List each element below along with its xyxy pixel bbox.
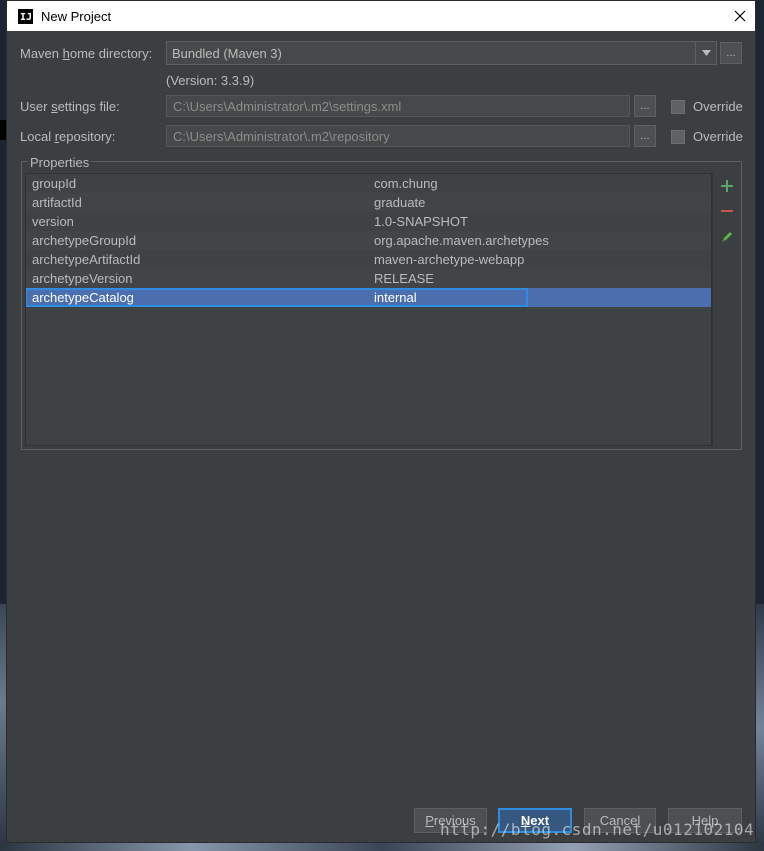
- local-repository-label-pre: Local: [20, 129, 55, 144]
- property-key: version: [32, 214, 74, 229]
- properties-table[interactable]: groupId com.chung artifactId graduate ve…: [25, 173, 712, 446]
- table-row[interactable]: version 1.0-SNAPSHOT: [26, 212, 711, 231]
- edit-property-button[interactable]: [719, 228, 735, 244]
- maven-home-label-post: ome directory:: [69, 46, 153, 61]
- property-key: groupId: [32, 176, 77, 191]
- properties-title: Properties: [28, 155, 92, 170]
- property-value: maven-archetype-webapp: [374, 252, 525, 267]
- checkbox-box[interactable]: [671, 129, 685, 144]
- property-value: org.apache.maven.archetypes: [374, 233, 549, 248]
- plus-icon: [721, 180, 733, 192]
- user-settings-browse-button[interactable]: ...: [634, 95, 656, 117]
- user-settings-label: User settings file:: [20, 99, 120, 114]
- local-repository-label: Local repository:: [20, 129, 115, 144]
- maven-home-select[interactable]: Bundled (Maven 3): [166, 41, 717, 65]
- local-repository-field[interactable]: C:\Users\Administrator\.m2\repository: [166, 125, 630, 147]
- new-project-dialog: IJ New Project Maven home directory: Bun…: [6, 0, 756, 843]
- remove-property-button[interactable]: [719, 203, 735, 219]
- add-property-button[interactable]: [719, 178, 735, 194]
- local-repository-label-post: epository:: [59, 129, 116, 144]
- triangle-down-icon: [701, 50, 711, 56]
- property-key: archetypeCatalog: [32, 290, 134, 305]
- local-repository-override-checkbox[interactable]: Override: [671, 129, 743, 144]
- previous-button-mnemonic: P: [425, 813, 434, 828]
- properties-toolbar: [712, 173, 740, 446]
- minus-icon: [721, 210, 733, 212]
- maven-home-browse-button[interactable]: ...: [720, 42, 742, 64]
- user-settings-field[interactable]: C:\Users\Administrator\.m2\settings.xml: [166, 95, 630, 117]
- property-key: archetypeGroupId: [32, 233, 137, 248]
- user-settings-label-pre: User: [20, 99, 52, 114]
- maven-home-value: Bundled (Maven 3): [172, 45, 282, 61]
- property-value: RELEASE: [374, 271, 434, 286]
- desktop-background-right: [756, 604, 764, 851]
- table-row[interactable]: archetypeArtifactId maven-archetype-weba…: [26, 250, 711, 269]
- table-row-selected[interactable]: archetypeCatalog internal: [26, 288, 711, 307]
- local-repository-override-label: Override: [693, 129, 743, 144]
- property-value: internal: [374, 290, 417, 305]
- property-key: archetypeVersion: [32, 271, 133, 286]
- property-value: graduate: [374, 195, 426, 210]
- close-button[interactable]: [725, 1, 755, 31]
- maven-home-label-pre: Maven: [20, 46, 63, 61]
- table-row[interactable]: artifactId graduate: [26, 193, 711, 212]
- maven-home-label-mnemonic: h: [62, 46, 70, 61]
- combo-dropdown-button[interactable]: [695, 42, 716, 64]
- property-key: archetypeArtifactId: [32, 252, 141, 267]
- watermark-text: http://blog.csdn.net/u012102104: [440, 820, 755, 839]
- table-row[interactable]: archetypeGroupId org.apache.maven.archet…: [26, 231, 711, 250]
- maven-home-label: Maven home directory:: [20, 46, 152, 61]
- table-row[interactable]: archetypeVersion RELEASE: [26, 269, 711, 288]
- maven-version-label: (Version: 3.3.9): [166, 73, 255, 88]
- property-value: com.chung: [374, 176, 438, 191]
- checkbox-box[interactable]: [671, 99, 685, 114]
- property-key: artifactId: [32, 195, 82, 210]
- title-bar[interactable]: IJ New Project: [7, 1, 755, 31]
- local-repository-browse-button[interactable]: ...: [634, 125, 656, 147]
- intellij-logo-icon: IJ: [18, 8, 33, 24]
- desktop-background-bottom: [0, 843, 764, 851]
- property-value: 1.0-SNAPSHOT: [374, 214, 468, 229]
- pencil-icon: [721, 231, 732, 242]
- user-settings-override-label: Override: [693, 99, 743, 114]
- user-settings-label-post: ettings file:: [57, 99, 120, 114]
- table-row[interactable]: groupId com.chung: [26, 174, 711, 193]
- close-icon: [734, 10, 746, 22]
- window-title: New Project: [41, 8, 112, 24]
- user-settings-override-checkbox[interactable]: Override: [671, 99, 743, 114]
